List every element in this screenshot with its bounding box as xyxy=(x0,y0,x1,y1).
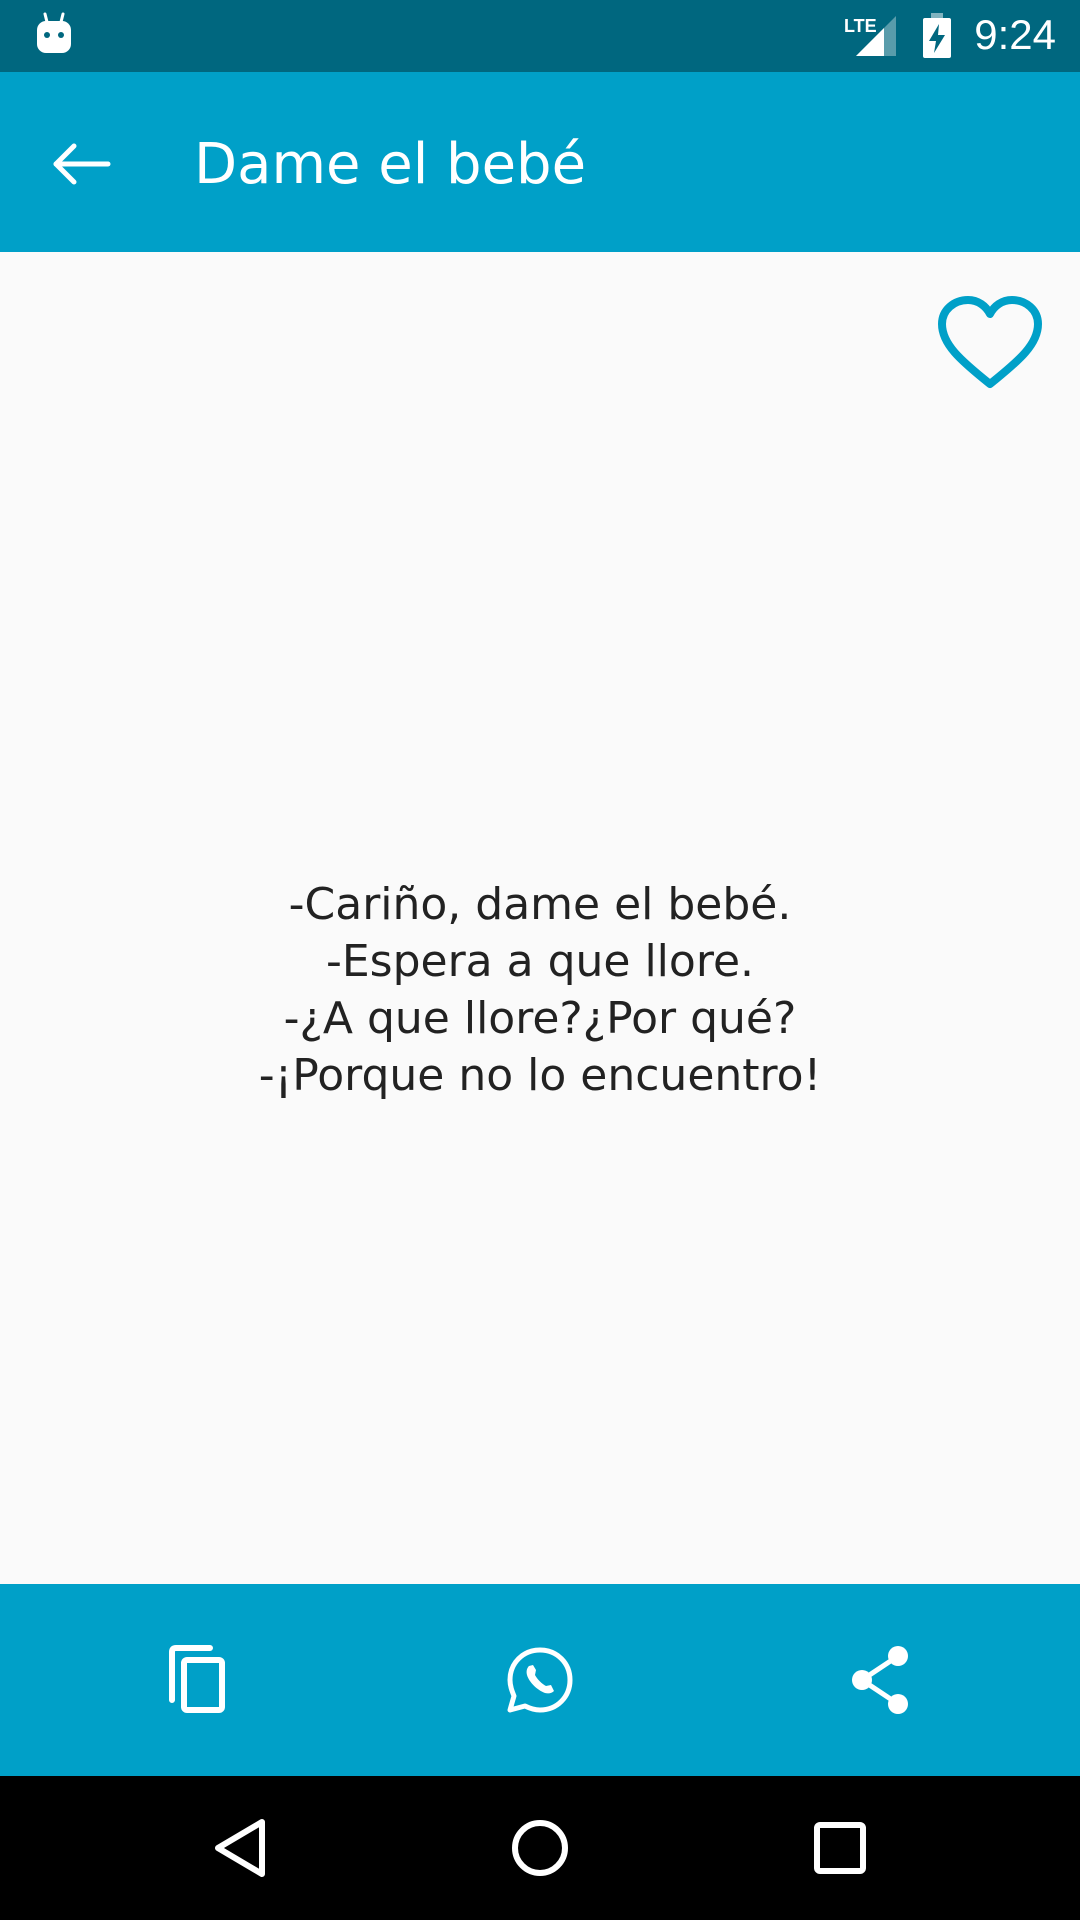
joke-line: -¡Porque no lo encuentro! xyxy=(258,1050,822,1101)
copy-icon[interactable] xyxy=(158,1640,238,1720)
joke-line: -¿A que llore?¿Por qué? xyxy=(283,993,797,1044)
home-circle-icon[interactable] xyxy=(500,1808,580,1888)
app-bar: Dame el bebé xyxy=(0,72,1080,252)
joke-text: -Cariño, dame el bebé. -Espera a que llo… xyxy=(80,876,1000,1104)
page-title: Dame el bebé xyxy=(194,132,587,197)
system-nav-bar xyxy=(0,1776,1080,1920)
android-notification-icon xyxy=(37,12,71,53)
battery-charging-icon xyxy=(923,13,951,58)
arrow-back-icon[interactable] xyxy=(36,124,116,204)
joke-line: -Espera a que llore. xyxy=(325,936,754,987)
lte-signal-icon: LTE xyxy=(844,16,896,56)
recents-square-icon[interactable] xyxy=(800,1808,880,1888)
whatsapp-icon[interactable] xyxy=(500,1640,580,1720)
network-label: LTE xyxy=(844,16,877,36)
share-icon[interactable] xyxy=(840,1640,920,1720)
heart-outline-icon[interactable] xyxy=(930,288,1050,398)
joke-line: -Cariño, dame el bebé. xyxy=(288,879,792,930)
back-triangle-icon[interactable] xyxy=(200,1808,280,1888)
bottom-action-bar xyxy=(0,1584,1080,1776)
joke-content: -Cariño, dame el bebé. -Espera a que llo… xyxy=(0,252,1080,1584)
status-bar: LTE 9:24 xyxy=(0,0,1080,72)
status-clock: 9:24 xyxy=(974,11,1056,58)
